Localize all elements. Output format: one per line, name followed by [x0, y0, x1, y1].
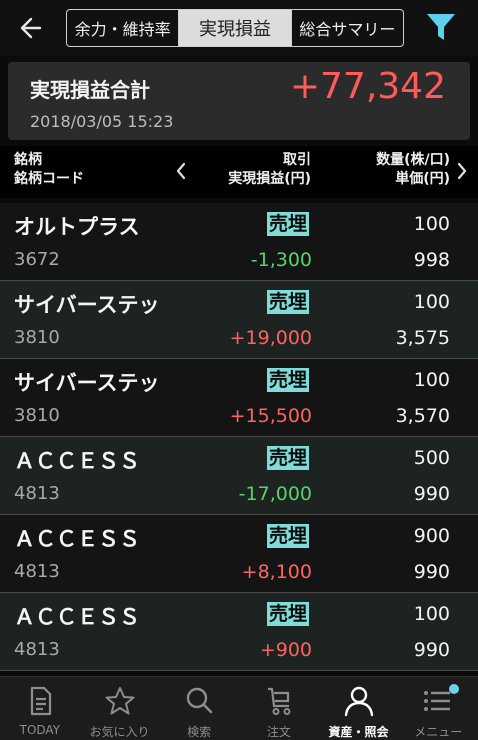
chevron-left-icon[interactable] — [174, 160, 188, 182]
column-price-label: 単価(円) — [395, 171, 450, 187]
trade-row[interactable]: ＡＣＣＥＳＳ 4813 売埋 +900 100 990 — [0, 593, 478, 671]
realized-pnl: -17,000 — [238, 483, 312, 505]
column-code-label: 銘柄コード — [14, 171, 84, 187]
quantity: 100 — [413, 603, 450, 625]
column-trade-header: 取引 実現損益(円) — [228, 151, 311, 189]
nav-search-label: 検索 — [187, 725, 212, 739]
column-name-label: 銘柄 — [14, 152, 42, 168]
trade-row[interactable]: ＡＣＣＥＳＳ 4813 売埋 +8,100 900 990 — [0, 515, 478, 593]
nav-favorites-label: お気に入り — [89, 725, 150, 739]
top-bar: 余力・維持率 実現損益 総合サマリー — [0, 0, 478, 56]
column-qty-header: 数量(株/口) 単価(円) — [376, 151, 450, 189]
stock-name: ＡＣＣＥＳＳ — [14, 605, 140, 629]
bottom-nav: TODAY お気に入り 検索 注文 資産・照会 メニュー — [0, 676, 478, 740]
realized-pnl: -1,300 — [250, 249, 312, 271]
nav-assets[interactable]: 資産・照会 — [319, 677, 399, 740]
stock-name: ＡＣＣＥＳＳ — [14, 449, 140, 473]
unit-price: 990 — [413, 483, 450, 505]
column-header: 銘柄 銘柄コード 取引 実現損益(円) 数量(株/口) 単価(円) — [0, 146, 478, 198]
trade-row[interactable]: サイバーステッ 3810 売埋 +15,500 100 3,570 — [0, 359, 478, 437]
trade-side-badge: 売埋 — [267, 212, 310, 236]
nav-today-label: TODAY — [19, 723, 61, 737]
column-trade-label: 取引 — [283, 152, 311, 168]
person-icon — [344, 686, 373, 717]
document-icon — [30, 686, 51, 716]
summary-title: 実現損益合計 — [30, 78, 150, 102]
unit-price: 998 — [413, 249, 450, 271]
realized-pnl: +8,100 — [241, 561, 312, 583]
stock-name: ＡＣＣＥＳＳ — [14, 527, 140, 551]
stock-name: オルトプラス — [14, 215, 140, 239]
trade-side-badge: 売埋 — [267, 446, 310, 470]
nav-order-label: 注文 — [266, 725, 291, 739]
trade-side-badge: 売埋 — [267, 524, 310, 548]
unit-price: 990 — [413, 561, 450, 583]
unit-price: 3,570 — [395, 405, 450, 427]
column-pnl-label: 実現損益(円) — [228, 171, 311, 187]
segment-tabs: 余力・維持率 実現損益 総合サマリー — [66, 9, 404, 47]
quantity: 900 — [413, 525, 450, 547]
unit-price: 990 — [413, 639, 450, 661]
stock-code: 3810 — [14, 405, 60, 426]
tab-realized-pnl[interactable]: 実現損益 — [178, 10, 291, 46]
nav-favorites[interactable]: お気に入り — [80, 677, 160, 740]
trade-row[interactable]: ＡＣＣＥＳＳ 4813 売埋 -17,000 500 990 — [0, 437, 478, 515]
stock-code: 4813 — [14, 561, 60, 582]
back-arrow-icon[interactable] — [14, 12, 50, 44]
nav-menu-label: メニュー — [414, 725, 463, 739]
search-icon — [186, 687, 213, 714]
stock-code: 4813 — [14, 639, 60, 660]
realized-pnl: +19,000 — [229, 327, 312, 349]
nav-order[interactable]: 注文 — [239, 677, 319, 740]
stock-name: サイバーステッ — [14, 371, 160, 395]
trade-side-badge: 売埋 — [267, 368, 310, 392]
realized-pnl: +900 — [259, 639, 312, 661]
stock-code: 3810 — [14, 327, 60, 348]
quantity: 100 — [413, 291, 450, 313]
tab-margin[interactable]: 余力・維持率 — [67, 10, 178, 46]
nav-today[interactable]: TODAY — [0, 677, 80, 740]
notification-dot — [449, 684, 460, 694]
stock-code: 3672 — [14, 249, 60, 270]
column-name-header: 銘柄 銘柄コード — [14, 151, 84, 189]
unit-price: 3,575 — [395, 327, 450, 349]
trade-side-badge: 売埋 — [267, 290, 310, 314]
quantity: 100 — [413, 369, 450, 391]
nav-search[interactable]: 検索 — [159, 677, 239, 740]
app-root: 余力・維持率 実現損益 総合サマリー 実現損益合計 +77,342 2018/0… — [0, 0, 478, 740]
realized-pnl-summary: 実現損益合計 +77,342 2018/03/05 15:23 — [8, 62, 470, 140]
trade-list: オルトプラス 3672 売埋 -1,300 100 998 サイバーステッ 38… — [0, 203, 478, 671]
quantity: 500 — [413, 447, 450, 469]
cart-icon — [267, 687, 291, 715]
column-qty-label: 数量(株/口) — [376, 152, 450, 168]
quantity: 100 — [413, 213, 450, 235]
tab-summary[interactable]: 総合サマリー — [290, 10, 403, 46]
realized-pnl: +15,500 — [229, 405, 312, 427]
trade-row[interactable]: オルトプラス 3672 売埋 -1,300 100 998 — [0, 203, 478, 281]
summary-datetime: 2018/03/05 15:23 — [30, 112, 174, 131]
star-icon — [105, 687, 134, 715]
summary-total-value: +77,342 — [289, 66, 446, 107]
stock-code: 4813 — [14, 483, 60, 504]
trade-side-badge: 売埋 — [267, 602, 310, 626]
filter-icon[interactable] — [424, 10, 458, 44]
trade-row[interactable]: サイバーステッ 3810 売埋 +19,000 100 3,575 — [0, 281, 478, 359]
nav-menu[interactable]: メニュー — [398, 677, 478, 740]
nav-assets-label: 資産・照会 — [328, 725, 389, 739]
stock-name: サイバーステッ — [14, 293, 160, 317]
chevron-right-icon[interactable] — [455, 160, 469, 182]
